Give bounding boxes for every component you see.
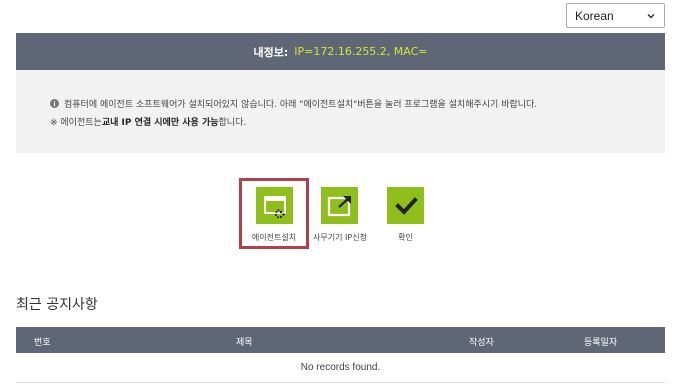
agent-notice-line: i 컴퓨터에 에이전트 소프트웨어가 설치되어있지 않습니다. 아래 "에이전트… bbox=[50, 97, 537, 110]
external-link-icon bbox=[327, 195, 351, 216]
my-info-label: 내정보: bbox=[253, 45, 289, 59]
confirm-label[interactable]: 확인 bbox=[387, 232, 424, 243]
confirm-button[interactable] bbox=[387, 187, 424, 224]
notices-table-header: 번호 제목 작성자 등록일자 bbox=[16, 327, 665, 353]
language-select-value: Korean bbox=[575, 8, 614, 23]
install-window-icon bbox=[263, 195, 286, 218]
ip-request-button[interactable] bbox=[321, 187, 358, 224]
notices-empty-row: No records found. bbox=[16, 353, 665, 383]
install-agent-label[interactable]: 에이전트설치 bbox=[240, 232, 308, 243]
language-select[interactable]: Korean bbox=[566, 3, 665, 28]
info-icon: i bbox=[50, 99, 59, 108]
usage-note-bold: 교내 IP 연결 시에만 사용 가능 bbox=[101, 118, 219, 128]
column-author: 작성자 bbox=[469, 338, 494, 348]
recent-notices-title: 최근 공지사항 bbox=[16, 297, 98, 313]
install-agent-button[interactable] bbox=[256, 187, 293, 224]
usage-note-prefix: ※ 에이전트는 bbox=[50, 118, 102, 128]
agent-usage-note: ※ 에이전트는 교내 IP 연결 시에만 사용 가능 합니다. bbox=[50, 115, 246, 128]
column-title: 제목 bbox=[236, 338, 253, 348]
my-info-bar: 내정보: IP=172.16.255.2, MAC= bbox=[16, 33, 665, 70]
checkmark-icon bbox=[394, 196, 418, 215]
agent-notice-box: i 컴퓨터에 에이전트 소프트웨어가 설치되어있지 않습니다. 아래 "에이전트… bbox=[16, 70, 665, 153]
column-date: 등록일자 bbox=[584, 338, 618, 348]
my-info-value: IP=172.16.255.2, MAC= bbox=[294, 45, 428, 58]
column-number: 번호 bbox=[34, 338, 51, 348]
usage-note-suffix: 합니다. bbox=[218, 118, 247, 128]
agent-notice-text: 컴퓨터에 에이전트 소프트웨어가 설치되어있지 않습니다. 아래 "에이전트설치… bbox=[64, 100, 538, 110]
ip-request-label[interactable]: 사무기기 IP신청 bbox=[307, 232, 373, 243]
chevron-down-icon bbox=[647, 13, 655, 19]
